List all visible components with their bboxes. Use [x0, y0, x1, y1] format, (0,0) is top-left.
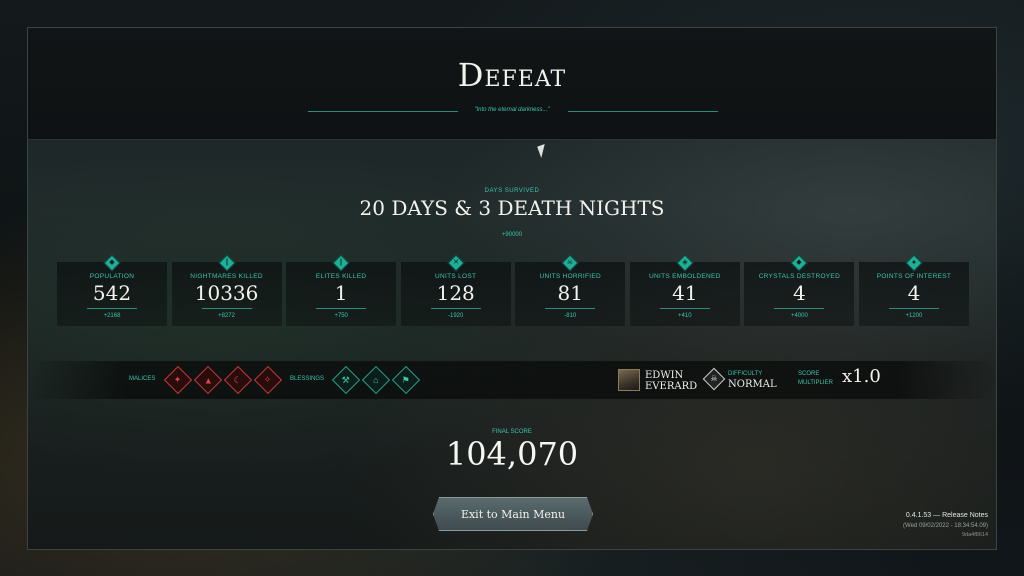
stat-bonus: -1920 [448, 313, 464, 319]
stat-units-lost: ✕ UNITS LOST 128 -1920 [400, 254, 511, 326]
stat-units-emboldened: ◈ UNITS EMBOLDENED 41 +410 [629, 254, 740, 326]
population-icon: ◆ [103, 254, 121, 272]
stat-value: 128 [436, 281, 475, 305]
stat-label: NIGHTMARES KILLED [190, 273, 263, 280]
stat-value: 81 [557, 281, 583, 305]
stat-bonus: +750 [334, 313, 348, 319]
stat-units-horrified: ☠ UNITS HORRIFIED 81 -810 [515, 254, 626, 326]
malice-3-icon[interactable]: ☾ [223, 365, 253, 395]
stat-bonus: +410 [678, 313, 692, 319]
stat-label: ELITES KILLED [315, 273, 367, 280]
malice-1-icon[interactable]: ✦ [163, 365, 193, 395]
subtitle-divider-right [568, 111, 718, 112]
blessings-label: BLESSINGS [290, 376, 325, 382]
stat-bonus: +4000 [790, 313, 808, 319]
hero-name: Edwin Everard [645, 370, 697, 392]
hero-last-name: Everard [645, 381, 698, 392]
stat-bonus: +1200 [905, 313, 923, 319]
map-marker-icon: ● [905, 254, 923, 272]
stat-divider [888, 308, 939, 309]
stat-divider [201, 308, 252, 309]
days-survived-label: DAYS SURVIVED [484, 188, 540, 194]
page-title: Defeat [457, 56, 567, 94]
stat-value: 542 [92, 281, 132, 305]
stat-label: UNITS HORRIFIED [539, 273, 602, 280]
stat-bonus: -810 [564, 313, 577, 319]
final-score-value: 104,070 [445, 435, 579, 473]
score-multiplier-label-line1: SCORE [798, 371, 820, 377]
stat-divider [774, 308, 825, 309]
crystal-icon: ◆ [790, 254, 808, 272]
stat-divider [659, 308, 710, 309]
days-survived-bonus: +90000 [501, 232, 523, 238]
release-notes-link[interactable]: 0.4.1.53 — Release Notes [906, 512, 988, 519]
stat-label: POINTS OF INTEREST [876, 273, 952, 280]
stat-label: CRYSTALS DESTROYED [758, 273, 841, 280]
version-hash: 9da4f8614 [962, 532, 988, 538]
difficulty-value: Normal [728, 379, 777, 390]
hero-portrait [618, 369, 640, 391]
stat-divider [545, 308, 596, 309]
stat-elites-killed: | ELITES KILLED 1 +750 [286, 254, 397, 326]
stat-crystals-destroyed: ◆ CRYSTALS DESTROYED 4 +4000 [744, 254, 855, 326]
blessing-1-icon[interactable]: ⚒ [331, 365, 361, 395]
difficulty-icon: ☠ [702, 367, 726, 391]
stat-label: POPULATION [89, 273, 135, 280]
crossed-swords-icon: ✕ [447, 254, 465, 272]
stat-value: 1 [334, 281, 348, 305]
page-subtitle: "Into the eternal darkness..." [474, 107, 550, 113]
sword-icon: | [218, 254, 236, 272]
score-multiplier-value: x1.0 [842, 366, 881, 387]
shield-icon: ◈ [676, 254, 694, 272]
malice-2-icon[interactable]: ▲ [193, 365, 223, 395]
score-multiplier-label: SCORE MULTIPLIER [798, 370, 833, 388]
sword-icon: | [332, 254, 350, 272]
stat-bonus: +2168 [103, 313, 121, 319]
stat-label: UNITS EMBOLDENED [649, 273, 721, 280]
stat-value: 41 [672, 281, 698, 305]
difficulty-label: DIFFICULTY [728, 371, 763, 377]
exit-to-main-menu-button[interactable]: Exit to Main Menu [433, 497, 593, 531]
stat-label: UNITS LOST [435, 273, 477, 280]
stat-value: 10336 [194, 281, 259, 305]
score-multiplier-label-line2: MULTIPLIER [798, 380, 833, 386]
stat-value: 4 [907, 281, 921, 305]
results-panel: Defeat "Into the eternal darkness..." DA… [27, 27, 997, 550]
malices-label: MALICES [129, 376, 156, 382]
stat-divider [430, 308, 481, 309]
blessing-3-icon[interactable]: ⚑ [391, 365, 421, 395]
stat-population: ◆ POPULATION 542 +2168 [57, 254, 167, 326]
stat-points-of-interest: ● POINTS OF INTEREST 4 +1200 [858, 254, 969, 326]
version-date: (Wed 09/02/2022 - 18:34:54.09) [903, 523, 988, 529]
stat-divider [316, 308, 367, 309]
days-survived-value: 20 DAYS & 3 DEATH NIGHTS [359, 196, 665, 220]
stats-row: ◆ POPULATION 542 +2168 | NIGHTMARES KILL… [57, 254, 969, 326]
panel-header: Defeat "Into the eternal darkness..." [28, 28, 996, 140]
stat-divider [87, 308, 137, 309]
blessing-2-icon[interactable]: ⌂ [361, 365, 391, 395]
stat-value: 4 [793, 281, 806, 305]
skull-icon: ☠ [561, 254, 579, 272]
stat-nightmares-killed: | NIGHTMARES KILLED 10336 +8272 [171, 254, 282, 326]
malice-4-icon[interactable]: ✧ [253, 365, 283, 395]
modifiers-bar: MALICES ✦ ▲ ☾ ✧ BLESSINGS ⚒ ⌂ ⚑ Edwin Ev… [28, 361, 996, 399]
hero-first-name: Edwin [645, 370, 684, 381]
stat-bonus: +8272 [218, 313, 235, 319]
